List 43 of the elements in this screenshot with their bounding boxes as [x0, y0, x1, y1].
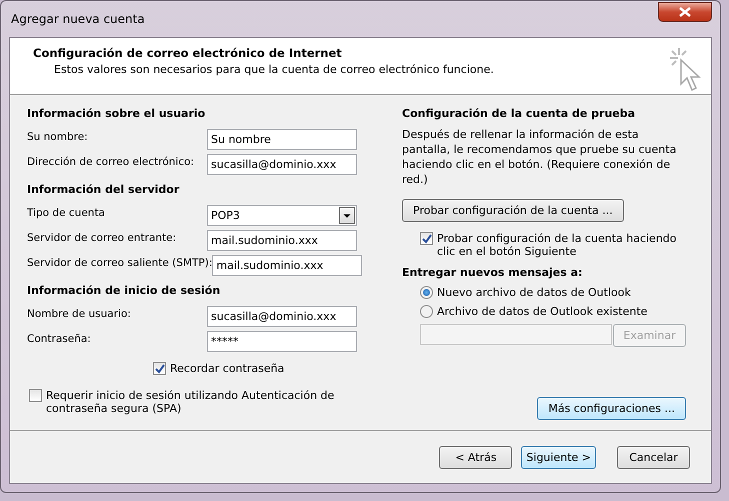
close-icon [679, 7, 691, 17]
header-subtitle: Estos valores son necesarios para que la cuenta de correo electrónico funcione. [53, 63, 494, 76]
section-heading: Información del servidor [27, 183, 180, 196]
close-button[interactable] [658, 2, 712, 22]
input-field[interactable]: Su nombre [207, 129, 357, 150]
account-type-dropdown[interactable]: POP3 [207, 205, 357, 226]
field-label: Servidor de correo saliente (SMTP): [27, 256, 212, 268]
radio-button[interactable] [420, 305, 433, 318]
section-heading: Información de inicio de sesión [27, 284, 222, 297]
input-field[interactable]: mail.sudominio.xxx [212, 255, 362, 276]
field-label: Tipo de cuenta [27, 206, 105, 218]
window-title: Agregar nueva cuenta [11, 12, 145, 26]
input-field[interactable]: sucasilla@dominio.xxx [207, 306, 357, 327]
field-label: Dirección de correo electrónico: [27, 156, 194, 168]
section-heading: Información sobre el usuario [27, 107, 206, 120]
checkbox-label: Requerir inicio de sesión utilizando Autenticación de contraseña segura (SPA) [46, 389, 336, 415]
checkbox[interactable] [153, 362, 166, 375]
section-heading: Configuración de la cuenta de prueba [402, 107, 636, 120]
section-heading: Entregar nuevos mensajes a: [402, 266, 584, 279]
field-label: Contraseña: [27, 332, 91, 344]
checkbox-label: Probar configuración de la cuenta haciendo clic en el botón Siguiente [437, 232, 678, 258]
field-label: Nombre de usuario: [27, 308, 131, 320]
checkbox-label: Recordar contraseña [170, 362, 284, 375]
radio-button[interactable] [420, 286, 433, 299]
checkbox[interactable] [29, 389, 42, 402]
checkmark-icon [422, 234, 432, 244]
input-field[interactable]: sucasilla@dominio.xxx [207, 154, 357, 175]
footer-button[interactable]: Cancelar [617, 446, 690, 468]
field-label: Servidor de correo entrante: [27, 232, 176, 244]
test-description: Después de rellenar la información de esta pantalla, le recomendamos que pruebe su cuenta haciendo clic en el botón. (Requiere conexión de red.) [402, 127, 678, 187]
radio-label: Archivo de datos de Outlook existente [437, 305, 648, 318]
input-field[interactable]: mail.sudominio.xxx [207, 230, 357, 251]
header-title: Configuración de correo electrónico de Internet [33, 46, 343, 60]
field-label: Su nombre: [27, 130, 88, 142]
checkmark-icon [154, 364, 164, 374]
more-settings-button[interactable]: Más configuraciones ... [537, 397, 686, 420]
test-account-button[interactable]: Probar configuración de la cuenta ... [402, 199, 624, 222]
footer-button[interactable]: Siguiente > [521, 446, 596, 468]
password-field[interactable]: ***** [207, 331, 357, 352]
cursor-icon [667, 46, 703, 92]
checkbox[interactable] [420, 232, 433, 245]
footer-button[interactable]: < Atrás [439, 446, 512, 468]
radio-label: Nuevo archivo de datos de Outlook [437, 286, 631, 299]
